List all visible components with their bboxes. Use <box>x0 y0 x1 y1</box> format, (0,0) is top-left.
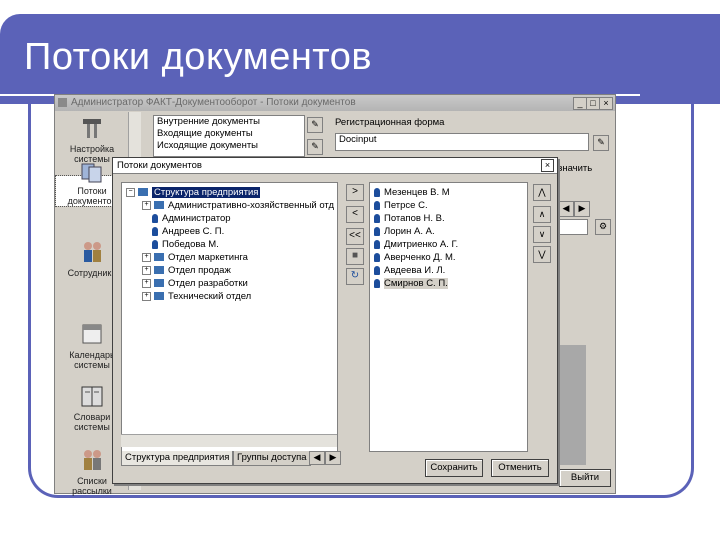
person-icon <box>374 265 380 275</box>
remove-all-button[interactable]: << <box>346 228 364 245</box>
bg-field <box>558 219 588 235</box>
app-icon <box>58 98 67 107</box>
clear-button[interactable]: ■ <box>346 248 364 265</box>
list-item[interactable]: Входящие документы <box>154 128 304 140</box>
dialog-title: Потоки документов <box>117 160 202 171</box>
edit-doc-type-icon[interactable]: ✎ <box>307 139 323 155</box>
list-item[interactable]: Аверченко Д. М. <box>374 251 456 264</box>
person-icon <box>374 239 380 249</box>
cancel-button[interactable]: Отменить <box>491 459 549 477</box>
refresh-button[interactable]: ↻ <box>346 268 364 285</box>
tree-node[interactable]: Победова М. <box>152 238 219 251</box>
list-item[interactable]: Мезенцев В. М <box>374 186 450 199</box>
expand-icon[interactable]: + <box>142 278 151 288</box>
collapse-icon[interactable]: − <box>126 187 135 197</box>
dialog-close-button[interactable]: × <box>541 159 554 172</box>
person-icon <box>374 213 380 223</box>
flows-dialog: Потоки документов × − Структура предприят… <box>112 157 558 484</box>
expand-icon[interactable]: + <box>142 291 151 301</box>
window-title: Администратор ФАКТ-Документооборот - Пот… <box>71 97 356 108</box>
person-icon <box>374 278 380 288</box>
add-button[interactable]: > <box>346 184 364 201</box>
book-icon <box>81 386 103 407</box>
expand-icon[interactable]: + <box>142 200 151 210</box>
right-label: значить <box>558 163 593 174</box>
person-icon <box>374 200 380 210</box>
org-icon <box>138 188 148 197</box>
list-item[interactable]: Авдеева И. Л. <box>374 264 445 277</box>
settings-icon[interactable]: ⚙ <box>595 219 611 235</box>
expand-icon[interactable]: + <box>142 252 151 262</box>
window-titlebar: Администратор ФАКТ-Документооборот - Пот… <box>55 95 615 111</box>
remove-button[interactable]: < <box>346 206 364 223</box>
bg-panel <box>558 345 586 465</box>
form-field[interactable]: Docinput <box>335 133 589 151</box>
doc-type-list[interactable]: Внутренние документы Входящие документы … <box>153 115 305 157</box>
move-top-button[interactable]: ⋀ <box>533 184 551 201</box>
tools-icon <box>83 119 101 138</box>
move-up-button[interactable]: ∧ <box>533 206 551 223</box>
tab-structure[interactable]: Структура предприятия <box>121 451 234 466</box>
tree-node[interactable]: Администратор <box>152 212 231 225</box>
tree-node[interactable]: + Отдел продаж <box>142 264 231 277</box>
list-item[interactable]: Лорин А. А. <box>374 225 435 238</box>
tab-next-icon[interactable]: ▶ <box>325 451 341 465</box>
tree-node[interactable]: + Отдел разработки <box>142 277 248 290</box>
scroll-left-icon[interactable]: ◀ <box>558 201 574 217</box>
department-icon <box>154 266 164 275</box>
org-tree[interactable]: − Структура предприятия + Административно-… <box>121 182 338 452</box>
person-icon <box>374 252 380 262</box>
list-item[interactable]: Исходящие документы <box>154 140 304 152</box>
tab-access-groups[interactable]: Группы доступа <box>233 451 311 466</box>
person-icon <box>152 213 158 223</box>
person-icon <box>152 239 158 249</box>
edit-doc-type-icon[interactable]: ✎ <box>307 117 323 133</box>
person-icon <box>152 226 158 236</box>
slide-title: Потоки документов <box>24 36 373 78</box>
tree-horizontal-scrollbar[interactable] <box>121 434 337 447</box>
maximize-button[interactable]: □ <box>586 97 600 110</box>
mailing-icon <box>84 450 101 470</box>
calendar-icon <box>82 324 102 344</box>
tree-node[interactable]: + Отдел маркетинга <box>142 251 248 264</box>
selected-users-list[interactable]: Мезенцев В. М Петрсе С. Потапов Н. В. Ло… <box>369 182 528 452</box>
tree-node[interactable]: Андреев С. П. <box>152 225 224 238</box>
department-icon <box>154 292 164 301</box>
list-item[interactable]: Петрсе С. <box>374 199 428 212</box>
list-item[interactable]: Внутренние документы <box>154 116 304 128</box>
documents-icon <box>81 163 102 183</box>
list-item[interactable]: Дмитриенко А. Г. <box>374 238 458 251</box>
department-icon <box>154 279 164 288</box>
scroll-right-icon[interactable]: ▶ <box>574 201 590 217</box>
edit-form-icon[interactable]: ✎ <box>593 135 609 151</box>
window-close-button[interactable]: × <box>599 97 613 110</box>
tree-node[interactable]: + Технический отдел <box>142 290 251 303</box>
person-icon <box>374 187 380 197</box>
users-icon <box>84 242 101 262</box>
dialog-titlebar: Потоки документов × <box>113 158 557 174</box>
tree-node-root[interactable]: − Структура предприятия <box>126 186 261 199</box>
form-label: Регистрационная форма <box>335 117 445 128</box>
person-icon <box>374 226 380 236</box>
save-button[interactable]: Сохранить <box>425 459 483 477</box>
minimize-button[interactable]: _ <box>573 97 587 110</box>
move-down-button[interactable]: ∨ <box>533 226 551 243</box>
list-item[interactable]: Смирнов С. П. <box>374 277 448 290</box>
department-icon <box>154 253 164 262</box>
exit-button[interactable]: Выйти <box>559 469 611 487</box>
expand-icon[interactable]: + <box>142 265 151 275</box>
move-bottom-button[interactable]: ⋁ <box>533 246 551 263</box>
tab-prev-icon[interactable]: ◀ <box>309 451 325 465</box>
tree-node[interactable]: + Административно-хозяйственный отд <box>142 199 334 212</box>
list-item[interactable]: Потапов Н. В. <box>374 212 445 225</box>
department-icon <box>154 201 164 210</box>
